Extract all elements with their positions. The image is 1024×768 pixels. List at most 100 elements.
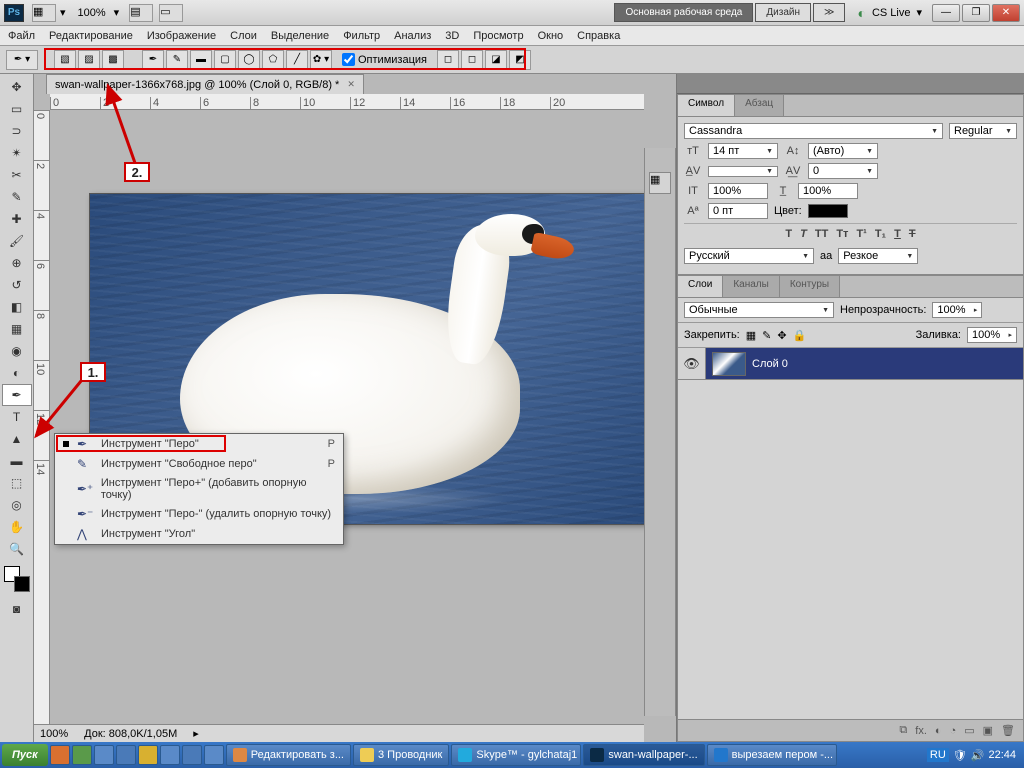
shape-layers-mode[interactable]: ▧ — [54, 50, 76, 70]
path-select-tool[interactable]: ▲ — [2, 428, 32, 450]
menu-image[interactable]: Изображение — [147, 30, 216, 42]
task-explorer[interactable]: 3 Проводник — [353, 744, 449, 766]
paths-mode[interactable]: ▨ — [78, 50, 100, 70]
lock-move-icon[interactable]: ✥ — [777, 329, 786, 342]
ql-icon[interactable] — [138, 745, 158, 765]
flyout-freeform-pen[interactable]: ✎Инструмент "Свободное перо"P — [55, 454, 343, 474]
style-italic[interactable]: T — [800, 228, 807, 240]
style-smallcaps[interactable]: Tт — [836, 228, 848, 240]
ql-icon[interactable] — [182, 745, 202, 765]
link-layers-icon[interactable]: ⧉ — [899, 724, 907, 737]
layer-thumbnail[interactable] — [712, 352, 746, 376]
color-picker[interactable] — [4, 566, 30, 592]
menu-edit[interactable]: Редактирование — [49, 30, 133, 42]
gradient-tool[interactable]: ▦ — [2, 318, 32, 340]
ql-icon[interactable] — [160, 745, 180, 765]
close-button[interactable]: ✕ — [992, 4, 1020, 22]
collapsed-panel-strip[interactable]: ▦ — [644, 148, 676, 716]
menu-3d[interactable]: 3D — [445, 30, 459, 42]
maximize-button[interactable]: ❐ — [962, 4, 990, 22]
pathop-add[interactable]: ◻ — [461, 50, 483, 70]
freeform-pen-icon[interactable]: ✎ — [166, 50, 188, 70]
tab-paths[interactable]: Контуры — [780, 276, 840, 297]
style-superscript[interactable]: T¹ — [856, 228, 866, 240]
language-select[interactable]: Русский▼ — [684, 248, 814, 264]
fx-icon[interactable]: fx. — [915, 725, 927, 737]
dodge-tool[interactable]: ◐ — [2, 362, 32, 384]
lasso-tool[interactable]: ⊃ — [2, 120, 32, 142]
tray-lang[interactable]: RU — [927, 748, 949, 762]
style-underline[interactable]: T — [894, 228, 901, 240]
menu-layers[interactable]: Слои — [230, 30, 257, 42]
lock-brush-icon[interactable]: ✎ — [762, 329, 771, 342]
workspace-design[interactable]: Дизайн — [755, 3, 811, 22]
workspace-essentials[interactable]: Основная рабочая среда — [614, 3, 753, 22]
hscale-input[interactable]: 100% — [798, 183, 858, 199]
close-tab-icon[interactable]: ✕ — [347, 79, 355, 90]
zoom-level[interactable]: 100% — [78, 7, 106, 19]
delete-layer-icon[interactable]: 🗑 — [1001, 724, 1015, 737]
pathop-new[interactable]: ◻ — [437, 50, 459, 70]
crop-tool[interactable]: ✂ — [2, 164, 32, 186]
quickmask-tool[interactable]: ◙ — [2, 598, 32, 620]
tab-layers[interactable]: Слои — [678, 276, 723, 297]
line-shape-icon[interactable]: ╱ — [286, 50, 308, 70]
status-zoom[interactable]: 100% — [40, 728, 68, 740]
style-allcaps[interactable]: TT — [815, 228, 828, 240]
stamp-tool[interactable]: ⊕ — [2, 252, 32, 274]
shape-tool[interactable]: ▬ — [2, 450, 32, 472]
move-tool[interactable]: ✥ — [2, 76, 32, 98]
flyout-pen[interactable]: ✒Инструмент "Перо"P — [55, 434, 343, 454]
custom-shape-icon[interactable]: ✿ ▾ — [310, 50, 332, 70]
ql-icon[interactable] — [116, 745, 136, 765]
menu-select[interactable]: Выделение — [271, 30, 329, 42]
fill-pixels-mode[interactable]: ▩ — [102, 50, 124, 70]
ql-icon[interactable] — [204, 745, 224, 765]
baseline-input[interactable]: 0 пт — [708, 203, 768, 219]
menu-filter[interactable]: Фильтр — [343, 30, 380, 42]
tab-channels[interactable]: Каналы — [723, 276, 780, 297]
history-brush-tool[interactable]: ↺ — [2, 274, 32, 296]
cslive-label[interactable]: CS Live — [872, 7, 911, 19]
kerning-select[interactable]: ▼ — [708, 166, 778, 177]
screen-mode-icon[interactable]: ▭ — [159, 4, 183, 22]
style-strike[interactable]: T — [909, 228, 916, 240]
hand-tool[interactable]: ✋ — [2, 516, 32, 538]
marquee-tool[interactable]: ▭ — [2, 98, 32, 120]
opacity-input[interactable]: 100%▸ — [932, 302, 982, 318]
task-browser[interactable]: Редактировать з... — [226, 744, 351, 766]
document-tab[interactable]: swan-wallpaper-1366x768.jpg @ 100% (Слой… — [46, 74, 364, 94]
rect-shape-icon[interactable]: ▬ — [190, 50, 212, 70]
background-color[interactable] — [14, 576, 30, 592]
blur-tool[interactable]: ◉ — [2, 340, 32, 362]
tray-icon[interactable]: 🛡 — [953, 749, 967, 762]
menu-analysis[interactable]: Анализ — [394, 30, 431, 42]
adjustment-icon[interactable]: ◔ — [950, 725, 957, 737]
panel-collapse-bar[interactable] — [677, 74, 1024, 94]
minimize-button[interactable]: — — [932, 4, 960, 22]
bridge-icon[interactable]: ▦ — [32, 4, 56, 22]
pen-shape-icon[interactable]: ✒ — [142, 50, 164, 70]
arrange-icon[interactable]: ▤ — [129, 4, 153, 22]
ellipse-shape-icon[interactable]: ◯ — [238, 50, 260, 70]
pathop-intersect[interactable]: ◩ — [509, 50, 531, 70]
flyout-delete-anchor[interactable]: ✒⁻Инструмент "Перо-" (удалить опорную то… — [55, 504, 343, 524]
group-icon[interactable]: ▭ — [964, 724, 974, 737]
blend-mode-select[interactable]: Обычные▼ — [684, 302, 834, 318]
menu-help[interactable]: Справка — [577, 30, 620, 42]
flyout-convert-point[interactable]: ⋀Инструмент "Угол" — [55, 524, 343, 544]
tray-icon[interactable]: 🔊 — [971, 749, 985, 762]
font-style-select[interactable]: Regular▼ — [949, 123, 1017, 139]
tray-clock[interactable]: 22:44 — [988, 749, 1016, 761]
type-tool[interactable]: T — [2, 406, 32, 428]
menu-view[interactable]: Просмотр — [473, 30, 523, 42]
fill-input[interactable]: 100%▸ — [967, 327, 1017, 343]
ql-icon[interactable] — [72, 745, 92, 765]
layer-visibility-icon[interactable]: 👁 — [678, 348, 706, 379]
mb-icon[interactable]: ▦ — [649, 172, 671, 194]
task-skype[interactable]: Skype™ - gylchataj1 — [451, 744, 581, 766]
tab-paragraph[interactable]: Абзац — [735, 95, 784, 116]
antialias-select[interactable]: Резкое▼ — [838, 248, 918, 264]
lock-all-icon[interactable]: 🔒 — [793, 329, 807, 342]
polygon-shape-icon[interactable]: ⬠ — [262, 50, 284, 70]
